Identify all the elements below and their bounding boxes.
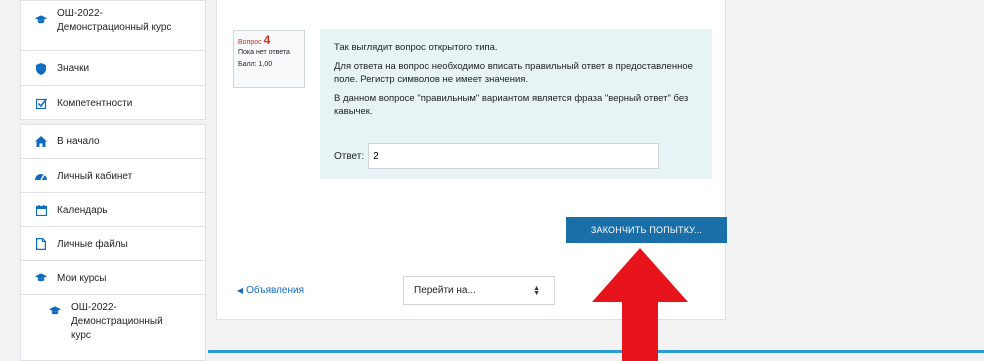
question-text: Так выглядит вопрос открытого типа. [334, 42, 498, 53]
previous-activity-link[interactable]: ◀ Объявления [237, 285, 304, 296]
sidebar-item-label: Значки [57, 63, 90, 74]
sidebar-item-calendar[interactable]: Календарь [21, 194, 205, 227]
sidebar-item-label: В начало [57, 136, 100, 147]
home-icon [35, 136, 47, 148]
sidebar-item-label: Мои курсы [57, 272, 107, 284]
sidebar-item-current-course[interactable]: ОШ-2022- Демонстрационный курс [21, 1, 205, 51]
course-nav-block: ОШ-2022- Демонстрационный курс Значки Ком… [20, 0, 206, 120]
calendar-icon [35, 204, 47, 216]
sidebar-item-dashboard[interactable]: Личный кабинет [21, 160, 205, 193]
sidebar-item-label: ОШ-2022- Демонстрационный курс [57, 8, 172, 33]
sidebar-item-label: Календарь [57, 204, 108, 216]
triangle-left-icon: ◀ [237, 286, 244, 295]
answer-row: Ответ: [334, 143, 660, 169]
question-state: Пока нет ответа [238, 49, 290, 56]
site-nav-block: В начало Личный кабинет Календарь Личные… [20, 124, 206, 361]
sidebar-item-label: ОШ-2022- Демонстрационный курс [71, 302, 163, 341]
finish-attempt-button[interactable]: ЗАКОНЧИТЬ ПОПЫТКУ... [566, 217, 727, 243]
question-content: Так выглядит вопрос открытого типа. Для … [320, 29, 712, 179]
sidebar-item-badges[interactable]: Значки [21, 52, 205, 86]
question-info: Вопрос 4 Пока нет ответа Балл: 1,00 [233, 30, 305, 88]
jump-to-select[interactable]: Перейти на... ▲ ▼ [403, 276, 555, 305]
select-arrows-icon: ▲ ▼ [533, 284, 540, 297]
question-text: В данном вопросе "правильным" вариантом … [334, 93, 689, 117]
file-icon [35, 238, 47, 250]
question-text: Для ответа на вопрос необходимо вписать … [334, 61, 693, 85]
graduation-cap-icon [49, 305, 61, 317]
answer-input[interactable] [368, 143, 660, 169]
red-arrow-icon [592, 248, 688, 361]
question-number: Вопрос 4 [238, 33, 271, 47]
sidebar-item-label: Личный кабинет [57, 170, 133, 182]
sidebar: ОШ-2022- Демонстрационный курс Значки Ком… [20, 0, 206, 361]
sidebar-item-label: Компетентности [57, 98, 133, 109]
sidebar-item-label: Личные файлы [57, 238, 128, 250]
graduation-cap-icon [35, 14, 47, 26]
dashboard-icon [35, 170, 47, 182]
sidebar-item-competencies[interactable]: Компетентности [21, 87, 205, 120]
jump-to-label: Перейти на... [414, 285, 476, 296]
previous-activity-label: Объявления [246, 285, 304, 296]
sidebar-item-my-courses[interactable]: Мои курсы [21, 262, 205, 295]
sidebar-item-private-files[interactable]: Личные файлы [21, 228, 205, 261]
checkbox-icon [35, 98, 47, 110]
answer-label: Ответ: [334, 150, 365, 162]
sidebar-item-course[interactable]: ОШ-2022- Демонстрационный курс [21, 296, 205, 360]
question-mark: Балл: 1,00 [238, 61, 273, 68]
sidebar-item-home[interactable]: В начало [21, 125, 205, 159]
shield-icon [35, 62, 47, 75]
graduation-cap-icon [35, 272, 47, 284]
